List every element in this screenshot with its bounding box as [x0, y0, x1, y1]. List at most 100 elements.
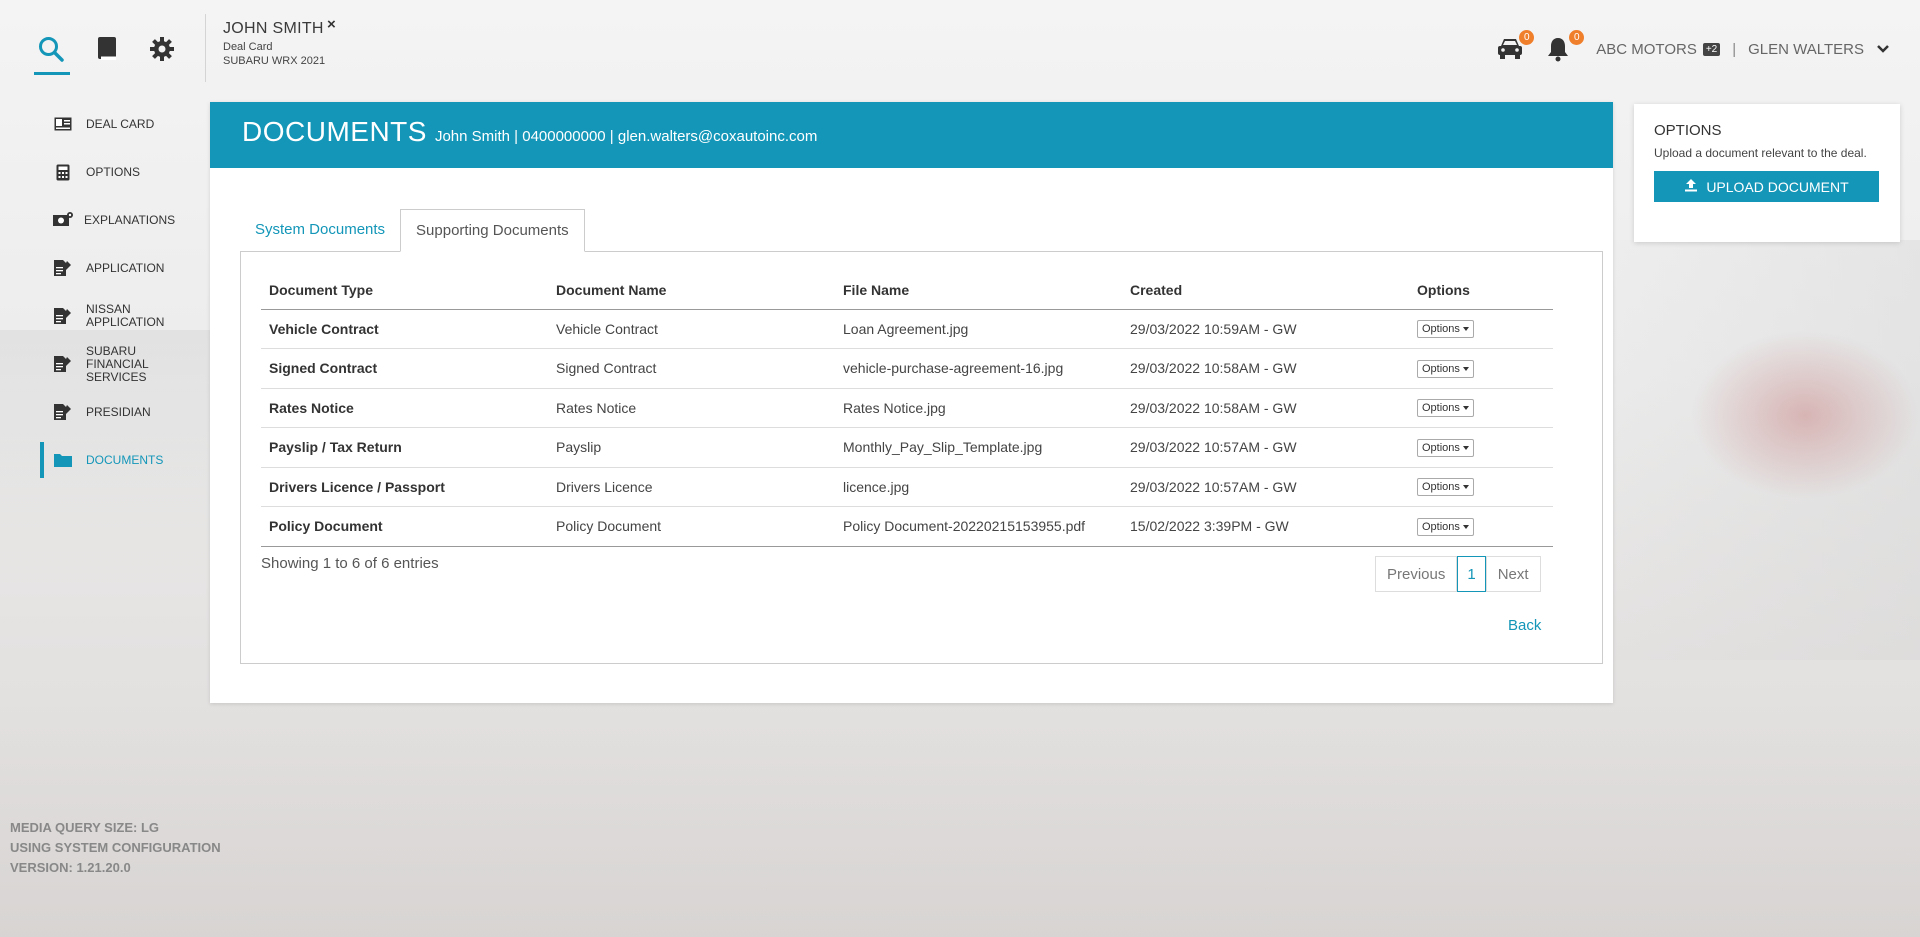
sidebar-item-label: DOCUMENTS	[86, 452, 164, 467]
sidebar-item-deal-card[interactable]: DEAL CARD	[0, 100, 205, 148]
caret-down-icon	[1462, 366, 1469, 371]
top-nav: JOHN SMITH Deal Card SUBARU WRX 2021 × 0…	[0, 0, 1920, 96]
separator: |	[1732, 40, 1737, 58]
close-deal-button[interactable]: ×	[327, 16, 336, 33]
media-query-size: MEDIA QUERY SIZE: LG	[10, 820, 160, 835]
documents-panel: DOCUMENTS John Smith | 0400000000 | glen…	[210, 102, 1613, 703]
column-header-created[interactable]: Created	[1122, 272, 1409, 310]
table-row: Drivers Licence / Passport Drivers Licen…	[261, 467, 1553, 507]
cell-document-name: Drivers Licence	[548, 467, 835, 507]
active-indicator	[34, 72, 70, 75]
options-dropdown-button[interactable]: Options	[1417, 359, 1474, 378]
version-info: VERSION: 1.21.20.0	[10, 860, 131, 875]
sidebar-item-label: PRESIDIAN	[86, 404, 151, 419]
table-row: Policy Document Policy Document Policy D…	[261, 506, 1553, 547]
sidebar-item-presidian[interactable]: PRESIDIAN	[0, 388, 205, 436]
cell-file-name: licence.jpg	[835, 467, 1122, 507]
options-label: Options	[1422, 402, 1460, 415]
caret-down-icon	[1462, 406, 1469, 411]
panel-header: DOCUMENTS John Smith | 0400000000 | glen…	[210, 102, 1613, 168]
sidebar-item-nissan-application[interactable]: NISSAN APPLICATION	[0, 292, 205, 340]
cell-created: 29/03/2022 10:57AM - GW	[1122, 427, 1409, 468]
sidebar-item-explanations[interactable]: EXPLANATIONS	[0, 196, 205, 244]
sidebar-item-label: OPTIONS	[86, 164, 141, 179]
options-dropdown-button[interactable]: Options	[1417, 320, 1474, 339]
back-link[interactable]: Back	[1508, 617, 1541, 634]
upload-document-button[interactable]: UPLOAD DOCUMENT	[1654, 171, 1879, 202]
cell-document-type: Drivers Licence / Passport	[261, 467, 548, 507]
table-row: Payslip / Tax Return Payslip Monthly_Pay…	[261, 427, 1553, 468]
gear-icon[interactable]	[145, 32, 179, 66]
form-icon	[53, 403, 73, 421]
cell-document-name: Policy Document	[548, 506, 835, 547]
id-card-icon	[53, 115, 73, 133]
options-card-description: Upload a document relevant to the deal.	[1654, 146, 1867, 160]
tab-content: Document Type Document Name File Name Cr…	[240, 251, 1603, 664]
right-nav: 0 0 ABC MOTORS +2 | GLEN WALTERS	[1496, 30, 1890, 62]
options-dropdown-button[interactable]: Options	[1417, 438, 1474, 457]
cell-document-type: Policy Document	[261, 506, 548, 547]
options-dropdown-button[interactable]: Options	[1417, 517, 1474, 536]
options-dropdown-button[interactable]: Options	[1417, 478, 1474, 497]
folder-icon	[53, 451, 73, 469]
chevron-down-icon[interactable]	[1876, 41, 1890, 58]
dealer-name[interactable]: ABC MOTORS	[1596, 41, 1697, 58]
upload-document-label: UPLOAD DOCUMENT	[1706, 178, 1849, 195]
book-icon[interactable]	[90, 32, 124, 66]
pagination-next-button[interactable]: Next	[1485, 556, 1541, 592]
table-row: Vehicle Contract Vehicle Contract Loan A…	[261, 309, 1553, 349]
sidebar-item-application[interactable]: APPLICATION	[0, 244, 205, 292]
options-label: Options	[1422, 323, 1460, 336]
deal-customer-name: JOHN SMITH	[223, 20, 324, 37]
dealer-count-badge: +2	[1702, 42, 1721, 56]
bell-badge: 0	[1569, 30, 1585, 45]
cell-options: Options	[1409, 309, 1553, 349]
options-card: OPTIONS Upload a document relevant to th…	[1634, 104, 1900, 242]
column-header-file-name[interactable]: File Name	[835, 272, 1122, 310]
pagination: Previous 1 Next	[1375, 556, 1541, 592]
tab-system-documents[interactable]: System Documents	[240, 209, 400, 252]
cell-file-name: Policy Document-20220215153955.pdf	[835, 506, 1122, 547]
caret-down-icon	[1462, 327, 1469, 332]
entries-summary: Showing 1 to 6 of 6 entries	[261, 555, 439, 572]
cell-document-name: Payslip	[548, 427, 835, 468]
sidebar-item-label: APPLICATION	[86, 260, 165, 275]
system-configuration: USING SYSTEM CONFIGURATION	[10, 840, 221, 855]
debug-info: MEDIA QUERY SIZE: LG USING SYSTEM CONFIG…	[10, 818, 221, 878]
search-icon[interactable]	[34, 32, 68, 66]
sidebar-item-documents[interactable]: DOCUMENTS	[0, 436, 205, 484]
cell-created: 29/03/2022 10:57AM - GW	[1122, 467, 1409, 507]
options-dropdown-button[interactable]: Options	[1417, 399, 1474, 418]
car-icon[interactable]: 0	[1496, 30, 1535, 62]
form-icon	[53, 259, 73, 277]
cell-options: Options	[1409, 467, 1553, 507]
cell-file-name: vehicle-purchase-agreement-16.jpg	[835, 348, 1122, 389]
deal-header[interactable]: JOHN SMITH Deal Card SUBARU WRX 2021	[223, 20, 325, 67]
sidebar-item-label: EXPLANATIONS	[84, 212, 176, 227]
column-header-document-name[interactable]: Document Name	[548, 272, 835, 310]
user-name[interactable]: GLEN WALTERS	[1748, 41, 1864, 58]
cell-created: 29/03/2022 10:58AM - GW	[1122, 348, 1409, 389]
cell-created: 29/03/2022 10:59AM - GW	[1122, 309, 1409, 349]
cell-file-name: Rates Notice.jpg	[835, 388, 1122, 428]
bell-icon[interactable]: 0	[1546, 30, 1585, 62]
column-header-document-type[interactable]: Document Type	[261, 272, 548, 310]
cell-document-name: Signed Contract	[548, 348, 835, 389]
deal-vehicle: SUBARU WRX 2021	[223, 55, 326, 67]
column-header-options: Options	[1409, 272, 1553, 310]
options-label: Options	[1422, 481, 1460, 494]
cell-document-type: Signed Contract	[261, 348, 548, 389]
documents-table: Document Type Document Name File Name Cr…	[261, 272, 1553, 547]
sidebar-item-options[interactable]: OPTIONS	[0, 148, 205, 196]
sidebar-item-label: SUBARU FINANCIAL SERVICES	[86, 343, 149, 384]
cell-created: 15/02/2022 3:39PM - GW	[1122, 506, 1409, 547]
cell-options: Options	[1409, 348, 1553, 389]
options-label: Options	[1422, 441, 1460, 454]
pagination-previous-button[interactable]: Previous	[1375, 556, 1458, 592]
pagination-page-1[interactable]: 1	[1457, 556, 1486, 592]
form-icon	[53, 307, 73, 325]
tab-supporting-documents[interactable]: Supporting Documents	[400, 209, 585, 252]
table-row: Rates Notice Rates Notice Rates Notice.j…	[261, 388, 1553, 428]
sidebar-item-subaru-financial-services[interactable]: SUBARU FINANCIAL SERVICES	[0, 340, 205, 388]
cell-document-name: Vehicle Contract	[548, 309, 835, 349]
